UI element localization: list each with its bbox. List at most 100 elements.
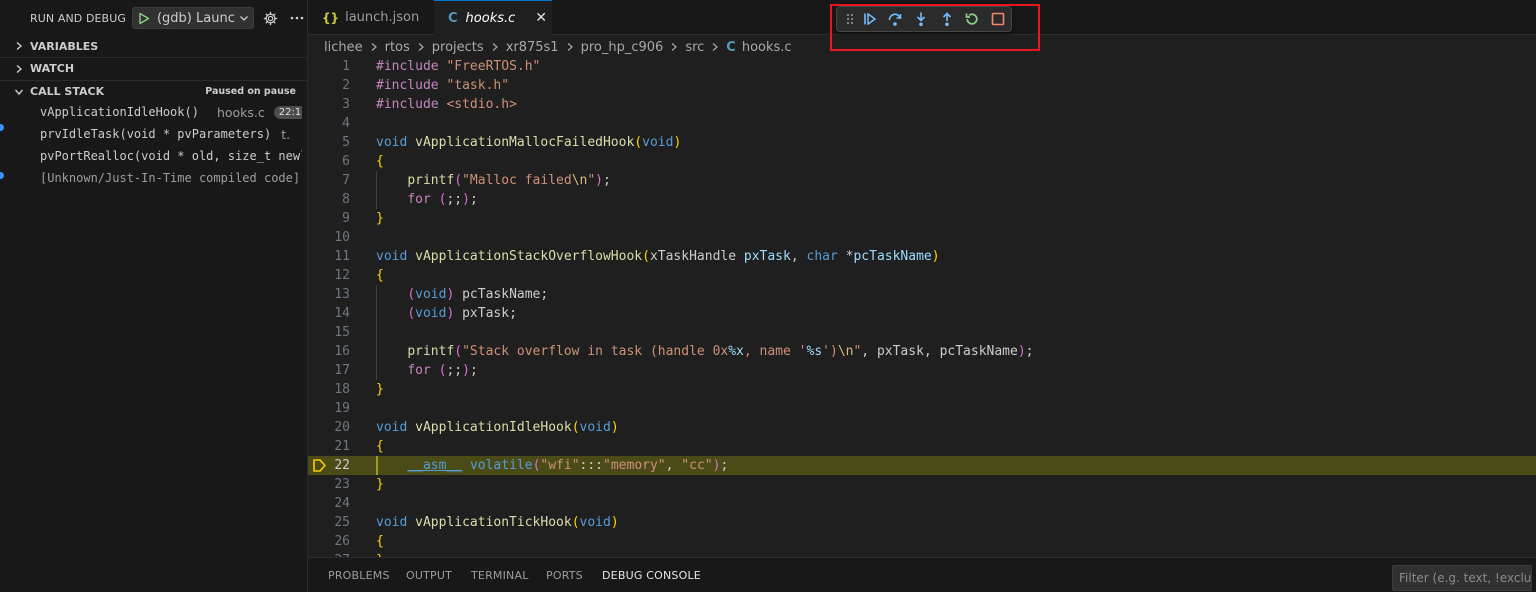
line-text: void vApplicationMallocFailedHook(void): [376, 135, 682, 150]
code-line: 1 #include "FreeRTOS.h": [308, 57, 1536, 76]
continue-icon[interactable]: [857, 8, 883, 30]
close-icon[interactable]: ✕: [535, 10, 547, 26]
call-stack-frame[interactable]: vApplicationIdleHook() hooks.c 22:1: [40, 101, 302, 123]
chevron-down-icon[interactable]: [235, 13, 253, 23]
line-text: {: [376, 154, 384, 169]
tab-ports[interactable]: PORTS: [546, 558, 583, 592]
run-debug-header: RUN AND DEBUG (gdb) Launch: [0, 0, 308, 36]
launch-config-select[interactable]: (gdb) Launch: [131, 7, 254, 29]
line-number: 5: [342, 135, 350, 150]
line-number: 11: [334, 249, 350, 264]
line-number: 21: [334, 439, 350, 454]
line-text: #include <stdio.h>: [376, 97, 517, 112]
tab-launch-json[interactable]: {} launch.json: [308, 0, 434, 35]
code-line: 5 void vApplicationMallocFailedHook(void): [308, 133, 1536, 152]
tab-debug-console[interactable]: DEBUG CONSOLE: [602, 558, 701, 592]
call-stack-frame[interactable]: pvPortRealloc(void * old, size_t newlen): [40, 145, 302, 167]
code-line: 7 printf("Malloc failed\n");: [308, 171, 1536, 190]
tab-terminal[interactable]: TERMINAL: [471, 558, 529, 592]
chevron-right-icon: [566, 42, 574, 52]
breadcrumb-item[interactable]: projects: [432, 40, 484, 55]
code-line: 17 for (;;);: [308, 361, 1536, 380]
gear-icon[interactable]: [262, 9, 280, 27]
code-line: 19: [308, 399, 1536, 418]
launch-config-label: (gdb) Launch: [156, 10, 235, 26]
breadcrumb-item[interactable]: rtos: [385, 40, 410, 55]
frame-file: hooks.c: [216, 104, 265, 120]
line-text: (void) pxTask;: [407, 306, 517, 321]
breadcrumb-item[interactable]: src: [685, 40, 704, 55]
line-number: 25: [334, 515, 350, 530]
line-number: 15: [334, 325, 350, 340]
json-braces-icon: {}: [322, 10, 340, 25]
code-line: 6{: [308, 152, 1536, 171]
tab-label: launch.json: [345, 10, 420, 25]
line-text: __asm__ volatile("wfi":::"memory", "cc")…: [407, 458, 729, 473]
breadcrumb-item[interactable]: pro_hp_c906: [581, 40, 664, 55]
breakpoint-indicator-dot: [0, 124, 4, 131]
code-line: 8 for (;;);: [308, 190, 1536, 209]
c-file-icon: C: [726, 39, 736, 55]
line-text: for (;;);: [407, 192, 478, 207]
breadcrumb-item[interactable]: xr875s1: [506, 40, 559, 55]
line-number: 3: [342, 97, 350, 112]
code-line: 21 {: [308, 437, 1536, 456]
chevron-right-icon: [14, 64, 30, 74]
frame-file: t.: [281, 126, 291, 142]
frame-name: prvIdleTask(void * pvParameters): [40, 127, 272, 141]
line-text: void vApplicationStackOverflowHook(xTask…: [376, 249, 940, 264]
restart-icon[interactable]: [960, 8, 986, 30]
step-into-icon[interactable]: [908, 8, 934, 30]
code-line: 18}: [308, 380, 1536, 399]
line-number: 7: [342, 173, 350, 188]
line-text: (void) pcTaskName;: [407, 287, 549, 302]
code-editor[interactable]: 1 #include "FreeRTOS.h" 2 #include "task.h…: [308, 57, 1536, 557]
more-actions-icon[interactable]: [288, 9, 306, 27]
chevron-down-icon: [14, 87, 30, 97]
step-out-icon[interactable]: [934, 8, 960, 30]
breadcrumb-item[interactable]: lichee: [324, 40, 363, 55]
line-number: 4: [342, 116, 350, 131]
watch-section-header[interactable]: WATCH: [0, 57, 308, 79]
breadcrumb-item[interactable]: hooks.c: [742, 40, 792, 55]
call-stack-section-header[interactable]: CALL STACK Paused on pause: [0, 80, 308, 102]
c-file-icon: C: [448, 10, 458, 26]
start-debug-icon[interactable]: [133, 8, 155, 28]
line-number: 16: [334, 344, 350, 359]
code-line: 2 #include "task.h": [308, 76, 1536, 95]
sidebar-title: RUN AND DEBUG: [30, 11, 126, 25]
line-text: }: [376, 477, 384, 492]
call-stack-frame[interactable]: [Unknown/Just-In-Time compiled code]: [40, 167, 302, 189]
stop-icon[interactable]: [985, 8, 1011, 30]
paused-frame-arrow-icon[interactable]: [312, 458, 327, 473]
tab-output[interactable]: OUTPUT: [406, 558, 452, 592]
line-text: for (;;);: [407, 363, 478, 378]
line-number: 26: [334, 534, 350, 549]
line-number: 8: [342, 192, 350, 207]
drag-grip-icon[interactable]: [843, 8, 857, 30]
debug-console-filter-input[interactable]: [1392, 565, 1532, 591]
line-number: 18: [334, 382, 350, 397]
chevron-right-icon: [14, 41, 30, 51]
bottom-panel: PROBLEMS OUTPUT TERMINAL PORTS DEBUG CON…: [308, 557, 1536, 592]
variables-section-header[interactable]: VARIABLES: [0, 35, 308, 57]
breakpoint-indicator-dot: [0, 172, 4, 179]
chevron-right-icon: [670, 42, 678, 52]
editor-tab-bar: {} launch.json C hooks.c ✕: [308, 0, 1536, 35]
line-text: printf("Malloc failed\n");: [407, 173, 611, 188]
code-line: 20 void vApplicationIdleHook(void): [308, 418, 1536, 437]
line-number: 24: [334, 496, 350, 511]
tab-problems[interactable]: PROBLEMS: [328, 558, 390, 592]
editor-area: {} launch.json C hooks.c ✕ lichee rtos p…: [308, 0, 1536, 592]
breadcrumb: lichee rtos projects xr875s1 pro_hp_c906…: [324, 36, 792, 58]
line-number: 2: [342, 78, 350, 93]
code-line: 26 {: [308, 532, 1536, 551]
call-stack-frame[interactable]: prvIdleTask(void * pvParameters) t.: [40, 123, 302, 145]
tab-hooks-c[interactable]: C hooks.c ✕: [434, 0, 552, 35]
line-text: {: [376, 439, 384, 454]
line-number: 6: [342, 154, 350, 169]
frame-name: [Unknown/Just-In-Time compiled code]: [40, 171, 301, 185]
line-number: 1: [342, 59, 350, 74]
step-over-icon[interactable]: [883, 8, 909, 30]
debug-sidebar: RUN AND DEBUG (gdb) Launch VARIABLES WAT…: [0, 0, 308, 592]
